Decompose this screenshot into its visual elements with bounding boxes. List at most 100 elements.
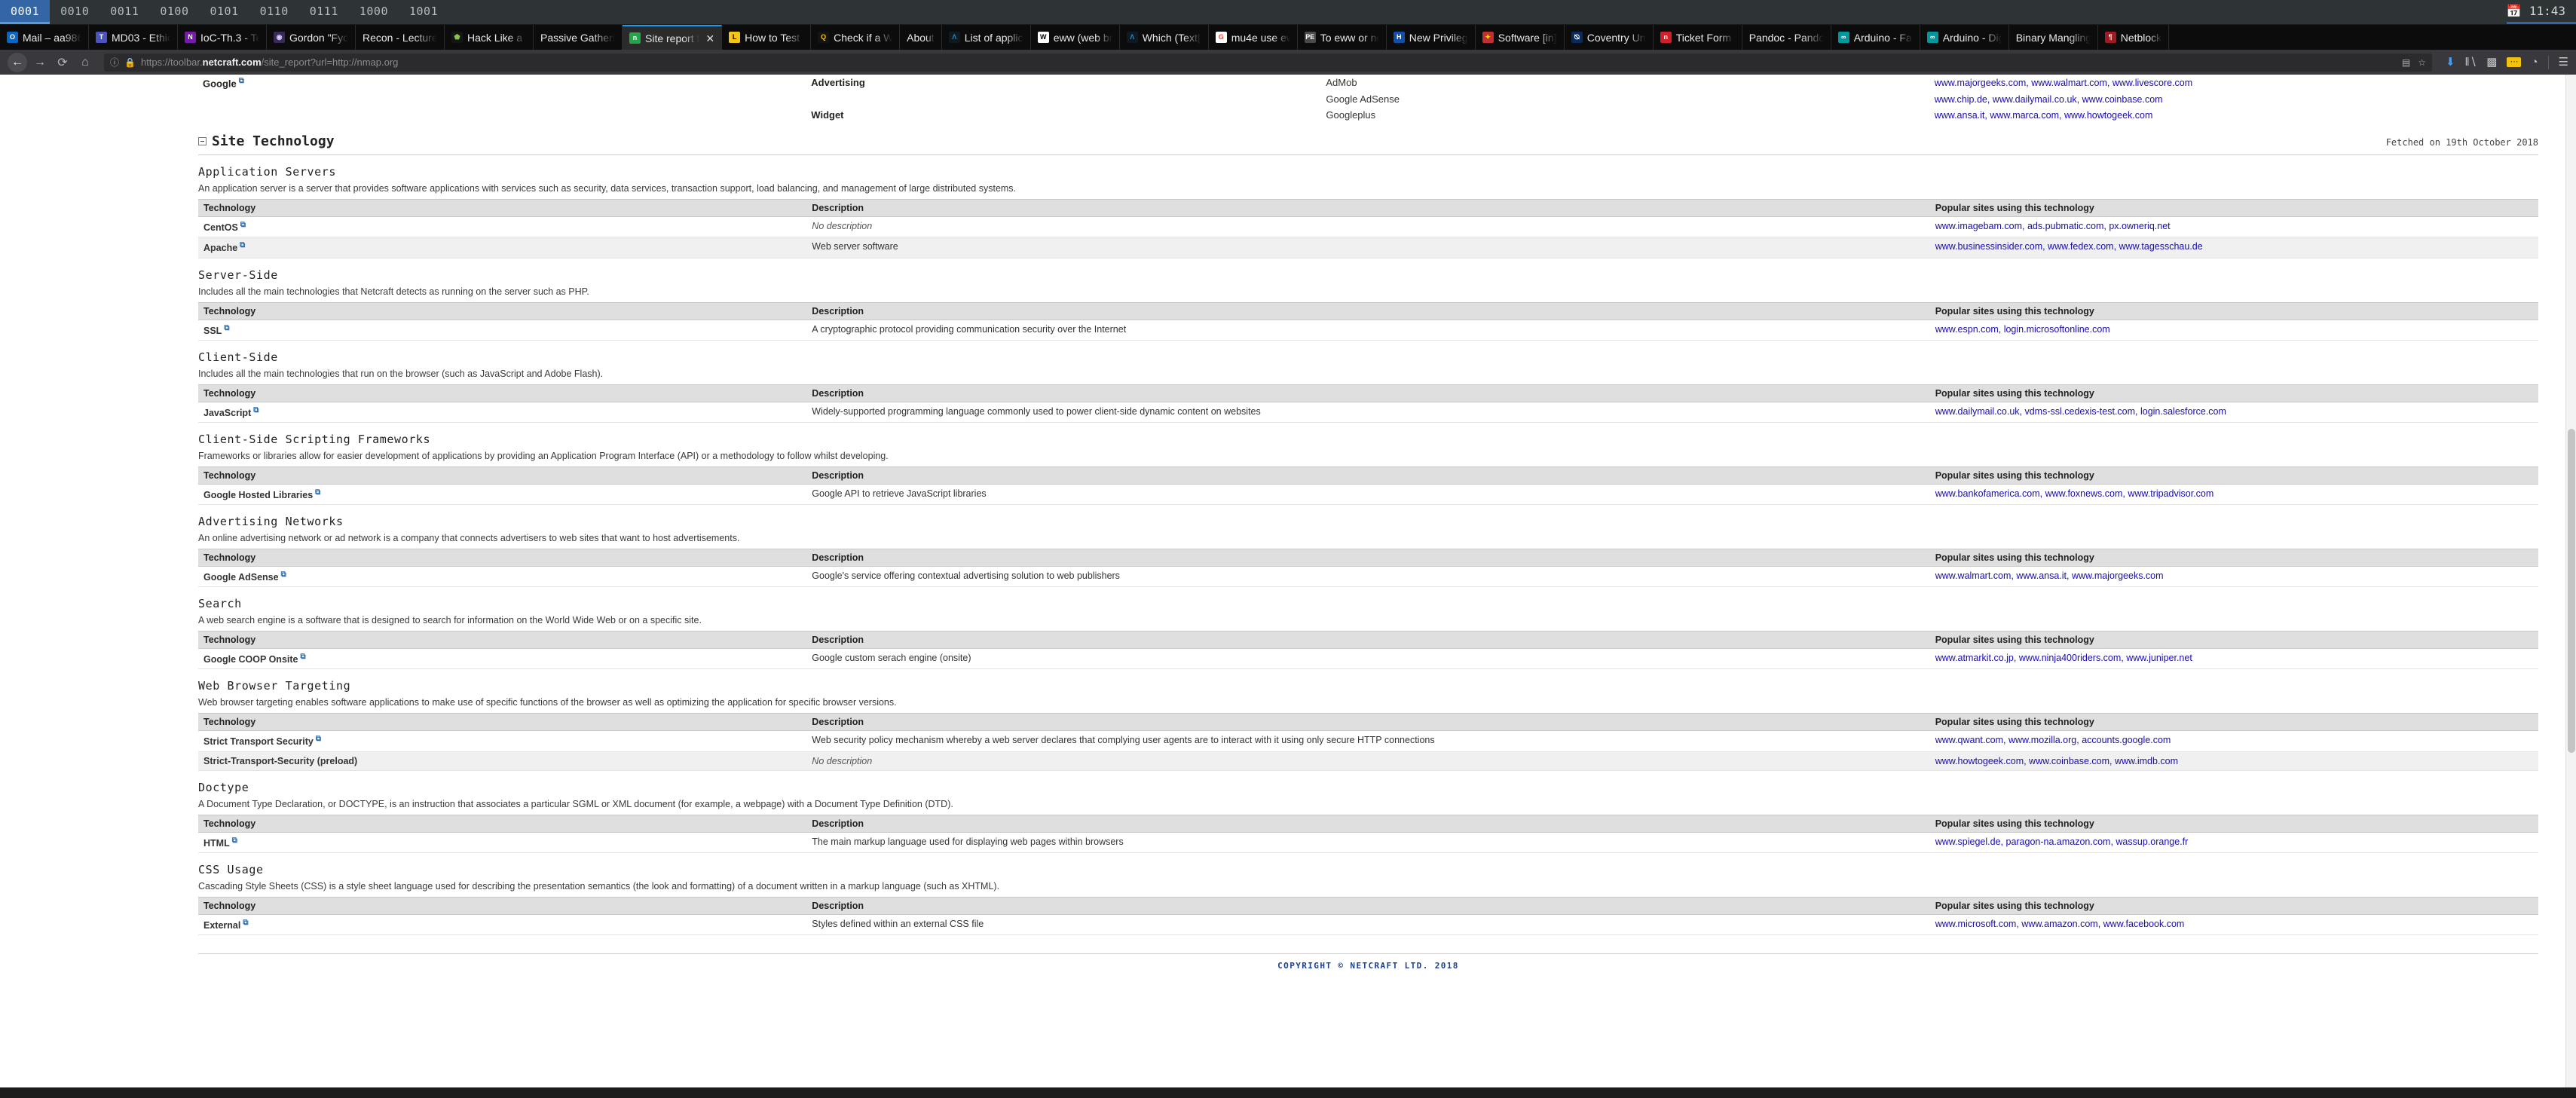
browser-tab[interactable]: ⦰Coventry Univ (1565, 25, 1654, 50)
popular-sites-cell: www.chip.de, www.dailymail.co.uk, www.co… (1930, 91, 2538, 107)
browser-tab[interactable]: O Mail – aa9863 (0, 25, 89, 50)
site-link[interactable]: www.dailymail.co.uk, vdms-ssl.cedexis-te… (1935, 406, 2226, 417)
reader-view-icon[interactable]: ▤ (2402, 57, 2410, 68)
external-link-icon[interactable]: ⧉ (240, 241, 245, 249)
site-link[interactable]: www.howtogeek.com, www.coinbase.com, www… (1935, 756, 2178, 766)
workspace-0001[interactable]: 0001 (0, 0, 50, 24)
workspace-0111[interactable]: 0111 (299, 0, 349, 24)
browser-tab[interactable]: T MD03 - Ethica (89, 25, 178, 50)
subtechnology-cell: Google AdSense (1326, 93, 1400, 106)
browser-tab[interactable]: H New Privilege (1387, 25, 1476, 50)
workspace-1000[interactable]: 1000 (349, 0, 399, 24)
browser-tab[interactable]: Q Check if a Web (811, 25, 901, 50)
browser-tab[interactable]: ◉ Gordon "Fyodo (267, 25, 356, 50)
vertical-scrollbar[interactable] (2565, 75, 2576, 1098)
browser-tab[interactable]: ⬟ Hack Like a Pr (445, 25, 534, 50)
table-row: JavaScript ⧉ Widely-supported programming … (198, 402, 2538, 423)
technology-description-cell: Widely-supported programming language co… (806, 402, 1930, 423)
browser-tab[interactable]: ∞ Arduino - Digi (1920, 25, 2009, 50)
collapse-minus-icon[interactable] (198, 137, 207, 146)
workspace-0101[interactable]: 0101 (200, 0, 249, 24)
tab-strip[interactable]: O Mail – aa9863 T MD03 - Ethica N IoC-Th.3 - … (0, 25, 2576, 50)
sidebar-icon[interactable]: ▩ (2486, 57, 2497, 68)
site-link[interactable]: www.imagebam.com, ads.pubmatic.com, px.o… (1935, 221, 2171, 231)
site-link[interactable]: www.atmarkit.co.jp, www.ninja400riders.c… (1935, 653, 2192, 663)
block-heading: Search (198, 597, 242, 611)
external-link-icon[interactable]: ⧉ (253, 406, 259, 414)
browser-tab[interactable]: ✦ Software [in] S (1476, 25, 1565, 50)
browser-tab[interactable]: PE To eww or not (1298, 25, 1387, 50)
workspace-0100[interactable]: 0100 (149, 0, 199, 24)
home-button-icon[interactable]: ⌂ (75, 53, 95, 72)
reload-button-icon[interactable]: ⟳ (53, 53, 72, 72)
wm-status-area: 📅 11:43 (2506, 0, 2576, 24)
site-link[interactable]: www.bankofamerica.com, www.foxnews.com, … (1935, 488, 2214, 499)
site-link[interactable]: www.spiegel.de, paragon-na.amazon.com, w… (1935, 836, 2189, 847)
popular-sites-cell: www.dailymail.co.uk, vdms-ssl.cedexis-te… (1929, 402, 2538, 423)
browser-tab[interactable]: Λ Which (Text|T (1120, 25, 1209, 50)
extension-badge-icon[interactable]: ⋯ (2507, 57, 2522, 67)
cookie-icon[interactable]: ◔ (2531, 57, 2538, 68)
external-link-icon[interactable]: ⧉ (300, 653, 305, 661)
technology-block: CSS Usage Cascading Style Sheets (CSS) is… (198, 863, 2538, 935)
external-link-icon[interactable]: ⧉ (316, 735, 321, 743)
browser-tab[interactable]: Recon - Lecture 4 (356, 25, 445, 50)
browser-tab[interactable]: Gmu4e use eww (1209, 25, 1298, 50)
workspace-0110[interactable]: 0110 (249, 0, 299, 24)
external-link-icon[interactable]: ⧉ (232, 836, 237, 845)
browser-tab[interactable]: N IoC-Th.3 - Tes (178, 25, 267, 50)
url-bar[interactable]: ⓘ 🔒 https://toolbar.netcraft.com/site_re… (104, 53, 2432, 72)
table-row: Widget Googleplus www.ansa.it, www.marca.c… (198, 107, 2538, 123)
table-row: Google AdSense ⧉ Google's service offering… (198, 566, 2538, 588)
scrollbar-thumb[interactable] (2568, 429, 2575, 753)
site-link[interactable]: www.walmart.com, www.ansa.it, www.majorg… (1935, 570, 2164, 581)
browser-tab[interactable]: Binary Mangling: F (2009, 25, 2098, 50)
site-link[interactable]: www.chip.de, www.dailymail.co.uk, www.co… (1935, 94, 2163, 105)
app-menu-icon[interactable]: ☰ (2559, 57, 2568, 68)
workspace-0010[interactable]: 0010 (50, 0, 99, 24)
star-icon[interactable]: ☆ (2418, 57, 2426, 68)
close-icon[interactable]: ✕ (705, 33, 714, 44)
browser-tab[interactable]: ∞ Arduino - Fade (1831, 25, 1920, 50)
netcraft-icon: n (629, 32, 641, 44)
popular-sites-cell: www.ansa.it, www.marca.com, www.howtogee… (1930, 107, 2538, 123)
tab-label: MD03 - Ethica (112, 31, 170, 44)
site-link[interactable]: www.qwant.com, www.mozilla.org, accounts… (1935, 735, 2171, 745)
technology-label: Apache (203, 243, 238, 254)
site-link[interactable]: www.microsoft.com, www.amazon.com, www.f… (1935, 919, 2185, 929)
browser-tab[interactable]: Pandoc - Pandoc U (1742, 25, 1831, 50)
technology-label: Google (203, 78, 237, 90)
workspace-1001[interactable]: 1001 (399, 0, 448, 24)
column-header-description: Description (806, 631, 1930, 650)
block-heading: Advertising Networks (198, 515, 344, 529)
site-link[interactable]: www.businessinsider.com, www.fedex.com, … (1935, 241, 2203, 252)
browser-tab[interactable]: Λ List of applicat (942, 25, 1031, 50)
external-link-icon[interactable]: ⧉ (281, 570, 286, 579)
column-header-sites: Popular sites using this technology (1929, 713, 2538, 732)
external-link-icon[interactable]: ⧉ (315, 488, 320, 497)
library-icon[interactable]: ‖∖ (2465, 57, 2477, 68)
external-link-icon[interactable]: ⧉ (239, 77, 244, 85)
back-button-icon[interactable]: ← (8, 52, 27, 72)
browser-tab[interactable]: nTicket Form - S (1654, 25, 1742, 50)
site-link[interactable]: www.ansa.it, www.marca.com, www.howtogee… (1935, 110, 2153, 121)
tab-label: Mail – aa9863 (23, 31, 81, 44)
browser-tab[interactable]: Passive Gathering (534, 25, 623, 50)
browser-tab[interactable]: About (900, 25, 942, 50)
workspace-0011[interactable]: 0011 (99, 0, 149, 24)
page-title[interactable]: Site Technology (198, 133, 335, 149)
column-header-technology: Technology (198, 631, 807, 650)
external-link-icon[interactable]: ⧉ (243, 919, 248, 927)
external-link-icon[interactable]: ⧉ (224, 324, 229, 332)
site-link[interactable]: www.majorgeeks.com, www.walmart.com, www… (1935, 78, 2192, 88)
external-link-icon[interactable]: ⧉ (240, 221, 246, 229)
lock-icon[interactable]: 🔒 (124, 57, 136, 68)
browser-tab[interactable]: Weww (web bro (1031, 25, 1120, 50)
downloads-icon[interactable]: ⬇ (2446, 57, 2455, 68)
forward-button-icon[interactable]: → (30, 53, 50, 72)
page-info-icon[interactable]: ⓘ (110, 56, 119, 69)
site-link[interactable]: www.espn.com, login.microsoftonline.com (1935, 324, 2110, 335)
browser-tab[interactable]: L How to Test a (722, 25, 812, 50)
browser-tab[interactable]: ¶ Netblock (2098, 25, 2170, 50)
browser-tab[interactable]: n Site report f ✕ (623, 25, 723, 50)
